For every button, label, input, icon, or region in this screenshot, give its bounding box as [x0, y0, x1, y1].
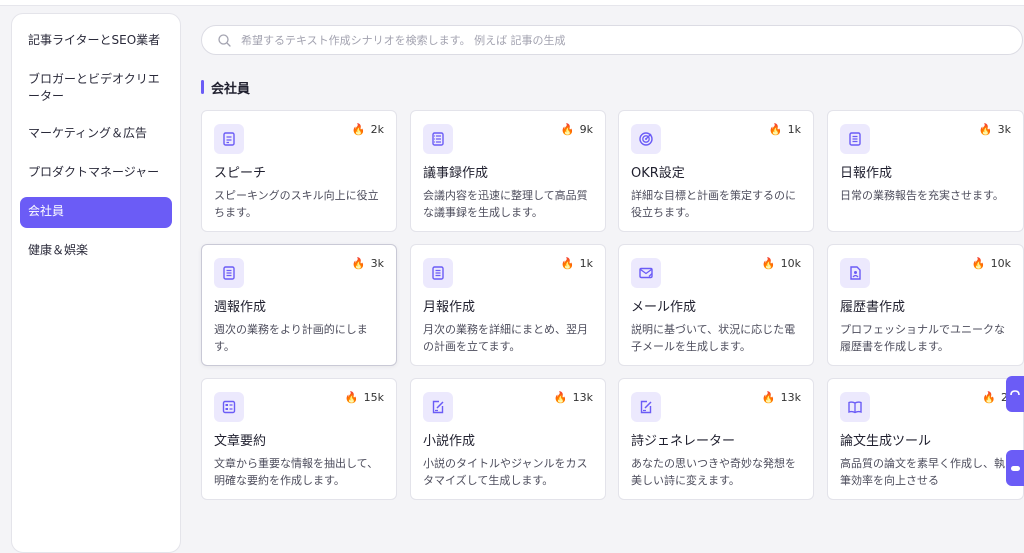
- fire-icon: 🔥: [982, 391, 996, 404]
- popularity-count: 🔥 3k: [351, 257, 384, 270]
- popularity-count: 🔥 15k: [344, 391, 384, 404]
- fire-icon: 🔥: [553, 391, 568, 404]
- template-card-summary[interactable]: 🔥 15k 文章要約 文章から重要な情報を抽出して、明確な要約を作成します。: [201, 378, 397, 500]
- card-title: 詩ジェネレーター: [631, 434, 736, 449]
- template-card-daily-report[interactable]: 🔥 3k 日報作成 日常の業務報告を充実させます。: [827, 110, 1024, 232]
- notes-icon: [423, 124, 453, 154]
- top-bar: [0, 0, 1024, 6]
- sidebar-item-blogger[interactable]: ブロガーとビデオクリエーター: [20, 65, 172, 111]
- floating-feedback-button[interactable]: [1006, 376, 1024, 412]
- template-card-minutes[interactable]: 🔥 9k 議事録作成 会議内容を迅速に整理して高品質な議事録を生成します。: [410, 110, 606, 232]
- card-title: 日報作成: [840, 166, 893, 181]
- card-description: プロフェッショナルでユニークな履歴書を作成します。: [840, 323, 1005, 353]
- template-card-novel[interactable]: 🔥 13k 小説作成 小説のタイトルやジャンルをカスタマイズして生成します。: [410, 378, 606, 500]
- category-sidebar: 記事ライターとSEO業者 ブロガーとビデオクリエーター マーケティング＆広告 プ…: [11, 13, 181, 553]
- chat-icon: [1010, 390, 1020, 396]
- fire-icon: 🔥: [971, 257, 986, 270]
- popularity-count: 🔥 2k: [351, 123, 384, 136]
- target-icon: [631, 124, 661, 154]
- popularity-count: 🔥 9k: [560, 123, 593, 136]
- resume-icon: [840, 258, 870, 288]
- popularity-count: 🔥 13k: [553, 391, 593, 404]
- card-description: 説明に基づいて、状況に応じた電子メールを生成します。: [631, 323, 796, 353]
- card-description: 月次の業務を詳細にまとめ、翌月の計画を立てます。: [423, 323, 588, 353]
- sidebar-item-office-worker[interactable]: 会社員: [20, 197, 172, 228]
- card-title: 議事録作成: [423, 166, 489, 181]
- card-title: OKR設定: [631, 166, 685, 181]
- template-card-resume[interactable]: 🔥 10k 履歴書作成 プロフェッショナルでユニークな履歴書を作成します。: [827, 244, 1024, 366]
- list-icon: [840, 124, 870, 154]
- fire-icon: 🔥: [351, 123, 366, 136]
- search-icon: [218, 33, 231, 47]
- sidebar-item-seo-writer[interactable]: 記事ライターとSEO業者: [20, 26, 172, 57]
- card-description: 文章から重要な情報を抽出して、明確な要約を作成します。: [214, 457, 379, 487]
- fire-icon: 🔥: [768, 123, 783, 136]
- card-description: スピーキングのスキル向上に役立ちます。: [214, 189, 379, 219]
- section-title: 会社員: [211, 81, 251, 97]
- fire-icon: 🔥: [761, 257, 776, 270]
- popularity-count: 🔥 3k: [978, 123, 1011, 136]
- card-description: 会議内容を迅速に整理して高品質な議事録を生成します。: [423, 189, 588, 219]
- fire-icon: 🔥: [761, 391, 776, 404]
- popularity-count: 🔥 13k: [761, 391, 801, 404]
- mail-icon: [631, 258, 661, 288]
- controller-icon: [1011, 466, 1020, 471]
- template-card-poem[interactable]: 🔥 13k 詩ジェネレーター あなたの思いつきや奇妙な発想を美しい詩に変えます。: [618, 378, 814, 500]
- card-title: 履歴書作成: [840, 300, 906, 315]
- card-title: 文章要約: [214, 434, 267, 449]
- card-title: 小説作成: [423, 434, 476, 449]
- fire-icon: 🔥: [344, 391, 359, 404]
- sidebar-item-marketing[interactable]: マーケティング＆広告: [20, 119, 172, 150]
- sidebar-item-product-manager[interactable]: プロダクトマネージャー: [20, 158, 172, 189]
- card-title: 論文生成ツール: [840, 434, 932, 449]
- edit-icon: [631, 392, 661, 422]
- template-card-paper[interactable]: 🔥21 論文生成ツール 高品質の論文を素早く作成し、執筆効率を向上させる: [827, 378, 1024, 500]
- template-card-weekly-report[interactable]: 🔥 3k 週報作成 週次の業務をより計画的にします。: [201, 244, 397, 366]
- template-card-speech[interactable]: 🔥 2k スピーチ スピーキングのスキル向上に役立ちます。: [201, 110, 397, 232]
- card-title: 月報作成: [423, 300, 476, 315]
- popularity-count: 🔥 10k: [761, 257, 801, 270]
- popularity-count: 🔥 1k: [768, 123, 801, 136]
- card-title: スピーチ: [214, 166, 267, 181]
- card-description: あなたの思いつきや奇妙な発想を美しい詩に変えます。: [631, 457, 796, 487]
- search-input[interactable]: [239, 32, 943, 48]
- card-description: 小説のタイトルやジャンルをカスタマイズして生成します。: [423, 457, 588, 487]
- fire-icon: 🔥: [560, 123, 575, 136]
- template-card-email[interactable]: 🔥 10k メール作成 説明に基づいて、状況に応じた電子メールを生成します。: [618, 244, 814, 366]
- summary-icon: [214, 392, 244, 422]
- card-description: 日常の業務報告を充実させます。: [840, 189, 1004, 202]
- book-icon: [840, 392, 870, 422]
- popularity-count: 🔥 10k: [971, 257, 1011, 270]
- fire-icon: 🔥: [978, 123, 993, 136]
- fire-icon: 🔥: [560, 257, 575, 270]
- sidebar-item-health-entertainment[interactable]: 健康＆娯楽: [20, 236, 172, 267]
- floating-support-button[interactable]: [1006, 450, 1024, 486]
- section-heading: 会社員: [201, 78, 251, 97]
- card-description: 週次の業務をより計画的にします。: [214, 323, 368, 353]
- list-icon: [214, 258, 244, 288]
- card-description: 詳細な目標と計画を策定するのに役立ちます。: [631, 189, 796, 219]
- search-bar[interactable]: [201, 25, 1023, 55]
- fire-icon: 🔥: [351, 257, 366, 270]
- list-icon: [423, 258, 453, 288]
- popularity-count: 🔥 1k: [560, 257, 593, 270]
- template-card-monthly-report[interactable]: 🔥 1k 月報作成 月次の業務を詳細にまとめ、翌月の計画を立てます。: [410, 244, 606, 366]
- edit-icon: [423, 392, 453, 422]
- template-card-okr[interactable]: 🔥 1k OKR設定 詳細な目標と計画を策定するのに役立ちます。: [618, 110, 814, 232]
- document-icon: [214, 124, 244, 154]
- section-accent-bar: [201, 80, 204, 94]
- card-description: 高品質の論文を素早く作成し、執筆効率を向上させる: [840, 457, 1005, 487]
- card-title: 週報作成: [214, 300, 267, 315]
- card-title: メール作成: [631, 300, 697, 315]
